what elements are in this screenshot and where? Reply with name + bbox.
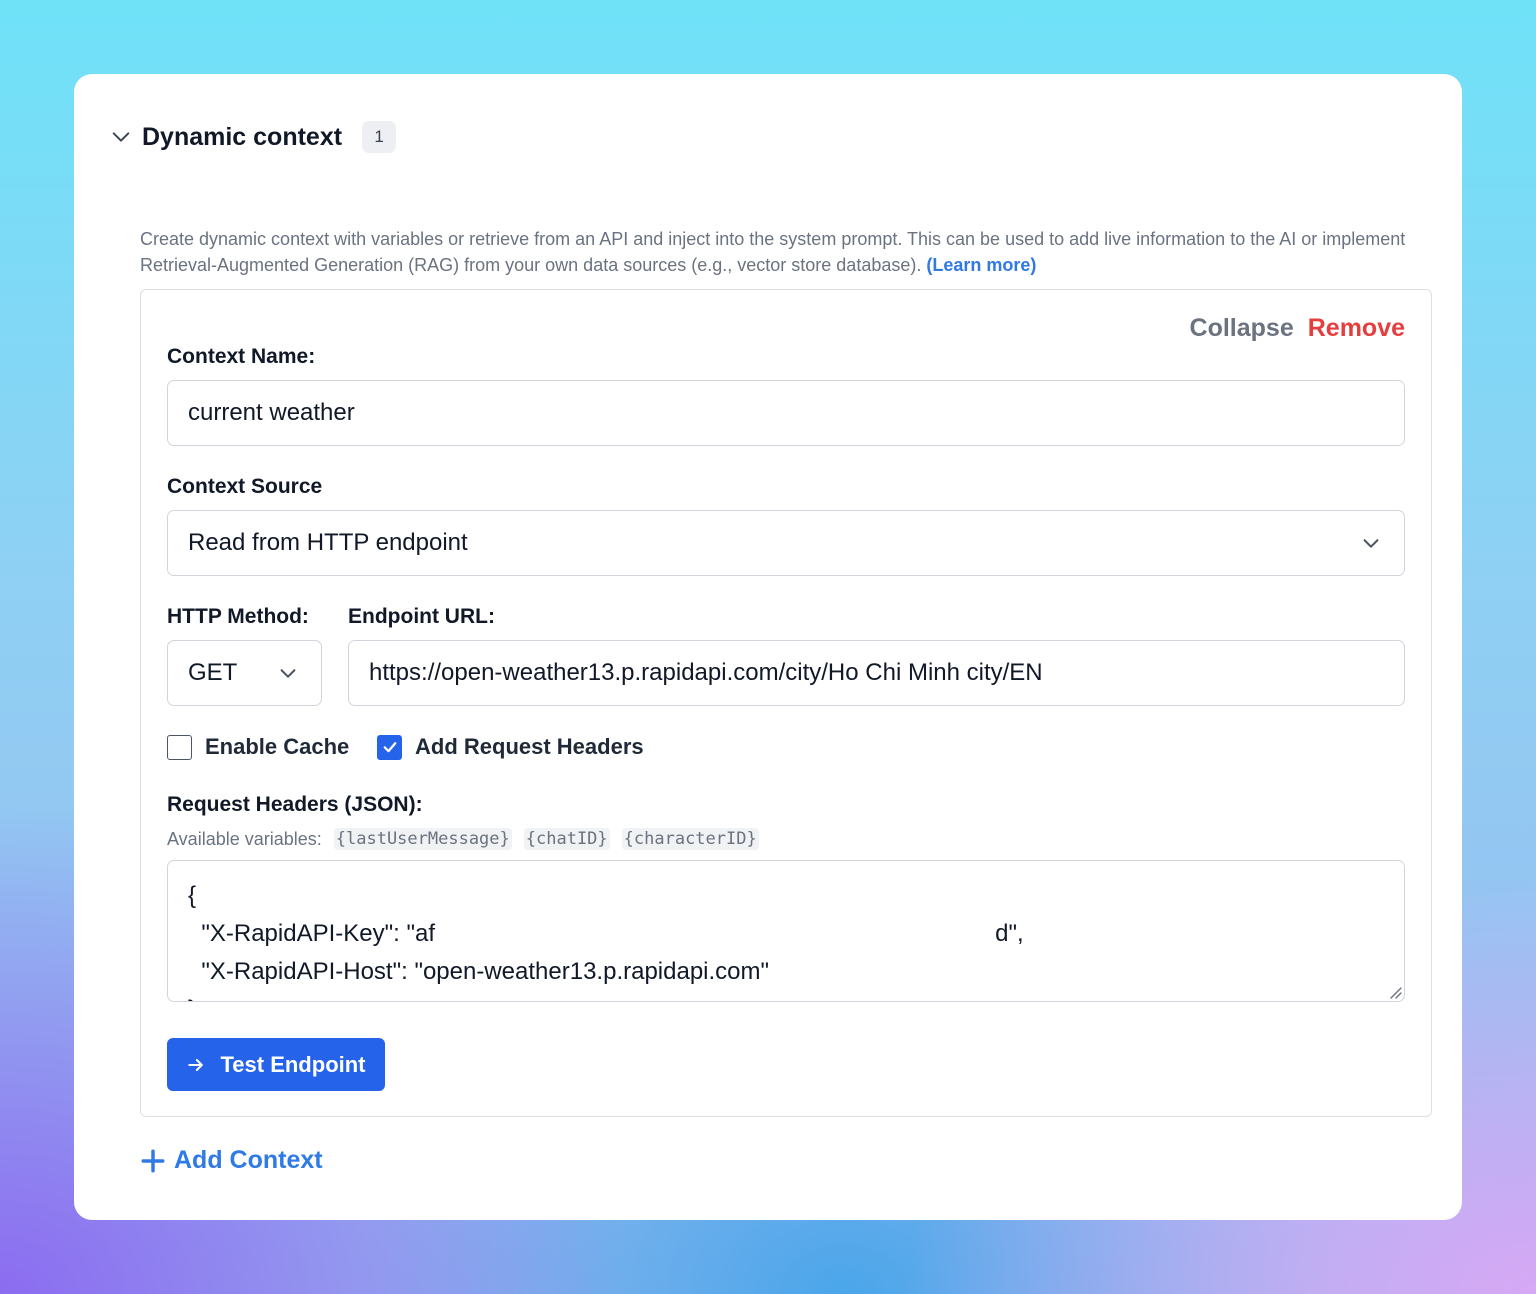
endpoint-url-label: Endpoint URL: [348, 605, 495, 628]
context-actions: Collapse Remove [1190, 314, 1405, 343]
endpoint-url-value: https://open-weather13.p.rapidapi.com/ci… [369, 659, 1043, 686]
chevron-down-icon [112, 132, 130, 142]
request-headers-textarea[interactable]: { "X-RapidAPI-Key": "af d", "X-RapidAPI-… [167, 860, 1405, 1002]
request-headers-value: { "X-RapidAPI-Key": "af d", "X-RapidAPI-… [188, 882, 1024, 1001]
test-endpoint-label: Test Endpoint [220, 1051, 366, 1077]
add-headers-checkbox[interactable] [377, 734, 402, 760]
context-source-label: Context Source [167, 475, 323, 498]
context-source-value: Read from HTTP endpoint [188, 529, 468, 556]
dynamic-context-card: Dynamic context 1 Create dynamic context… [74, 74, 1462, 1220]
resize-handle-icon[interactable] [1386, 983, 1402, 999]
available-variables: Available variables: {lastUserMessage} {… [167, 828, 759, 850]
check-icon [383, 742, 396, 753]
section-toggle[interactable]: Dynamic context 1 [110, 120, 397, 154]
arrow-right-icon [188, 1058, 204, 1071]
request-headers-label: Request Headers (JSON): [167, 793, 423, 816]
add-headers-option[interactable]: Add Request Headers [377, 734, 644, 760]
chevron-down-icon [1363, 539, 1379, 548]
endpoint-url-input[interactable]: https://open-weather13.p.rapidapi.com/ci… [348, 640, 1405, 706]
variable-chip: {characterID} [621, 828, 759, 850]
available-variables-label: Available variables: [167, 828, 322, 849]
enable-cache-checkbox[interactable] [167, 734, 192, 760]
collapse-button[interactable]: Collapse [1190, 314, 1294, 343]
section-description: Create dynamic context with variables or… [140, 226, 1420, 278]
test-endpoint-button[interactable]: Test Endpoint [167, 1038, 385, 1091]
add-context-label: Add Context [174, 1146, 323, 1174]
learn-more-link[interactable]: (Learn more) [926, 255, 1036, 275]
add-context-button[interactable]: Add Context [140, 1146, 323, 1175]
context-name-value: current weather [188, 399, 355, 426]
context-name-input[interactable]: current weather [167, 380, 1405, 446]
variable-chip: {lastUserMessage} [333, 828, 512, 850]
chevron-down-icon [280, 669, 296, 678]
context-item: Collapse Remove Context Name: current we… [140, 289, 1432, 1117]
context-name-label: Context Name: [167, 345, 316, 368]
http-method-value: GET [188, 659, 238, 686]
remove-button[interactable]: Remove [1308, 314, 1405, 343]
count-badge: 1 [362, 121, 397, 153]
plus-icon [141, 1149, 165, 1172]
variable-chip: {chatID} [523, 828, 610, 850]
enable-cache-option[interactable]: Enable Cache [167, 734, 349, 760]
http-method-label: HTTP Method: [167, 605, 309, 628]
enable-cache-label: Enable Cache [205, 734, 350, 759]
description-text: Create dynamic context with variables or… [140, 229, 1406, 275]
add-headers-label: Add Request Headers [415, 734, 644, 759]
http-method-select[interactable]: GET [167, 640, 322, 706]
section-title: Dynamic context [142, 122, 343, 151]
context-source-select[interactable]: Read from HTTP endpoint [167, 510, 1405, 576]
